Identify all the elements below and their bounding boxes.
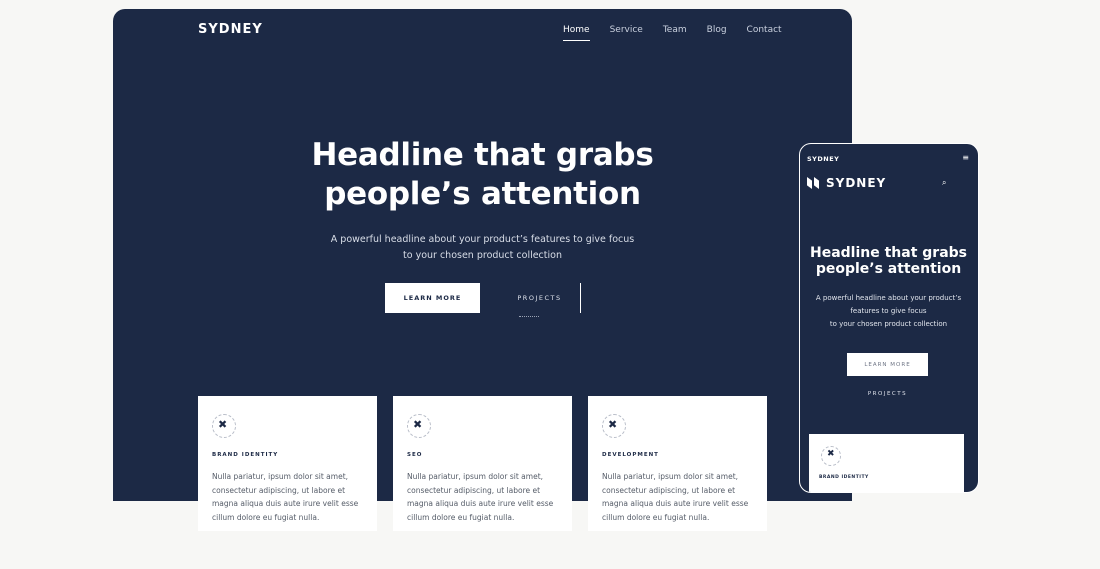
card-title: BRAND IDENTITY — [212, 452, 279, 458]
card-text: Nulla pariatur, ipsum dolor sit amet, co… — [602, 472, 749, 522]
card-text: Nulla pariatur, ipsum dolor sit amet, co… — [212, 472, 359, 522]
card-text: Nulla pariatur, ipsum dolor sit amet, co… — [407, 472, 554, 522]
projects-button[interactable]: PROJECTS — [499, 283, 581, 317]
projects-underline — [519, 316, 539, 317]
cross-icon — [602, 414, 626, 438]
nav-team[interactable]: Team — [663, 25, 687, 41]
mobile-subtitle-line1: A powerful headline about your product’s — [815, 294, 962, 302]
nav-blog[interactable]: Blog — [707, 25, 727, 41]
hero-headline-line1: Headline that grabs — [311, 137, 654, 173]
menu-icon[interactable]: ≡ — [962, 153, 969, 162]
card-title: SEO — [407, 452, 423, 458]
mobile-learn-more-button[interactable]: LEARN MORE — [847, 353, 928, 376]
main-nav: Home Service Team Blog Contact — [563, 25, 782, 41]
nav-service[interactable]: Service — [610, 25, 643, 41]
mobile-mockup: SYDNEY ≡ SYDNEY ⌕ Headline that grabs pe… — [799, 143, 979, 493]
mobile-brand[interactable]: SYDNEY — [807, 176, 886, 190]
mobile-hero-subtitle: A powerful headline about your product’s… — [800, 292, 977, 331]
learn-more-button[interactable]: LEARN MORE — [385, 283, 480, 313]
hero-subtitle-line1: A powerful headline about your product’s… — [330, 234, 635, 245]
nav-contact[interactable]: Contact — [747, 25, 782, 41]
service-card-development[interactable]: DEVELOPMENT Nulla pariatur, ipsum dolor … — [588, 396, 767, 531]
mobile-subtitle-line2: features to give focus — [850, 307, 927, 315]
mobile-projects-button[interactable]: PROJECTS — [847, 391, 928, 397]
hero-headline-line2: people’s attention — [324, 176, 641, 212]
mobile-brand-name: SYDNEY — [826, 176, 887, 190]
mobile-top-label: SYDNEY — [807, 155, 840, 163]
hero-subtitle: A powerful headline about your product’s… — [113, 232, 852, 264]
cross-icon — [212, 414, 236, 438]
mobile-subtitle-line3: to your chosen product collection — [829, 320, 948, 328]
mobile-headline-line2: people’s attention — [815, 261, 962, 277]
logo-icon — [807, 177, 819, 189]
service-card-seo[interactable]: SEO Nulla pariatur, ipsum dolor sit amet… — [393, 396, 572, 531]
card-title: DEVELOPMENT — [602, 452, 659, 458]
cross-icon — [407, 414, 431, 438]
mobile-service-card[interactable]: BRAND IDENTITY — [809, 434, 964, 492]
mobile-card-title: BRAND IDENTITY — [819, 475, 869, 480]
search-icon[interactable]: ⌕ — [942, 178, 946, 188]
hero-headline: Headline that grabs people’s attention — [113, 136, 852, 214]
projects-button-label: PROJECTS — [517, 294, 562, 302]
hero-subtitle-line2: to your chosen product collection — [403, 250, 562, 261]
mobile-hero-headline: Headline that grabs people’s attention — [800, 245, 977, 277]
mobile-headline-line1: Headline that grabs — [809, 245, 967, 261]
nav-home[interactable]: Home — [563, 25, 590, 41]
cross-icon — [821, 446, 841, 466]
site-logo[interactable]: SYDNEY — [198, 22, 263, 37]
service-card-brand-identity[interactable]: BRAND IDENTITY Nulla pariatur, ipsum dol… — [198, 396, 377, 531]
